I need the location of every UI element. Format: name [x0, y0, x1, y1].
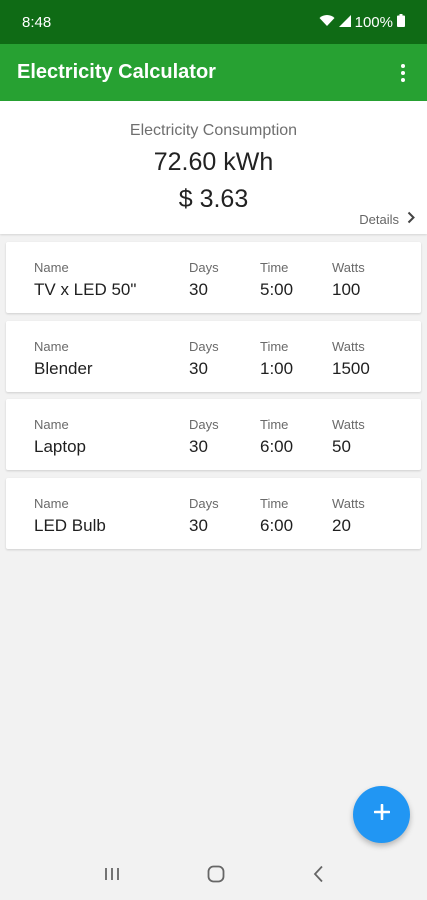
- status-time: 8:48: [22, 13, 52, 31]
- add-icon: [373, 803, 390, 825]
- time-label: Time: [260, 495, 289, 511]
- app-bar: Electricity Calculator: [0, 44, 427, 101]
- appliance-name: Laptop: [34, 437, 86, 456]
- appliance-time: 6:00: [260, 437, 294, 456]
- summary-cost: $ 3.63: [178, 185, 249, 213]
- appliance-days: 30: [189, 437, 208, 456]
- appliance-name: Blender: [34, 358, 93, 378]
- watts-label: Watts: [332, 417, 365, 432]
- days-label: Days: [189, 495, 219, 511]
- days-label: Days: [189, 260, 219, 275]
- appliance-time: 1:00: [260, 358, 294, 378]
- appliance-watts: 1500: [332, 358, 370, 378]
- system-nav-bar: [0, 852, 427, 900]
- appliance-watts: 50: [332, 437, 351, 456]
- back-icon[interactable]: [312, 865, 324, 888]
- watts-label: Watts: [332, 495, 365, 511]
- appliance-card[interactable]: Name Laptop Days 30 Time 6:00 Watts 50: [6, 399, 421, 470]
- name-label: Name: [34, 338, 69, 354]
- details-button[interactable]: Details: [359, 211, 415, 227]
- chevron-right-icon: [407, 211, 415, 227]
- watts-label: Watts: [332, 260, 365, 275]
- appliance-card[interactable]: Name TV x LED 50" Days 30 Time 5:00 Watts 10…: [6, 242, 421, 313]
- more-vert-icon[interactable]: [391, 61, 415, 85]
- details-label: Details: [359, 211, 399, 227]
- appliance-name: TV x LED 50": [34, 280, 137, 299]
- days-label: Days: [189, 417, 219, 432]
- appliance-days: 30: [189, 515, 208, 535]
- app-title: Electricity Calculator: [17, 61, 216, 83]
- time-label: Time: [260, 417, 289, 432]
- status-bar: 8:48 100%: [0, 0, 427, 44]
- watts-label: Watts: [332, 338, 365, 354]
- signal-icon: [338, 14, 351, 31]
- battery-percent: 100%: [354, 13, 393, 31]
- add-appliance-button[interactable]: [353, 786, 410, 843]
- battery-icon: [397, 13, 405, 31]
- name-label: Name: [34, 417, 69, 432]
- appliance-watts: 20: [332, 515, 351, 535]
- time-label: Time: [260, 260, 289, 275]
- time-label: Time: [260, 338, 289, 354]
- appliance-time: 6:00: [260, 515, 294, 535]
- summary-label: Electricity Consumption: [129, 122, 298, 139]
- name-label: Name: [34, 260, 69, 275]
- consumption-summary: Electricity Consumption 72.60 kWh $ 3.63…: [0, 101, 427, 234]
- appliance-list: Name TV x LED 50" Days 30 Time 5:00 Watts 10…: [0, 234, 427, 549]
- status-icons: 100%: [319, 13, 405, 31]
- appliance-card[interactable]: Name Blender Days 30 Time 1:00 Watts 1500: [6, 320, 421, 392]
- name-label: Name: [34, 495, 69, 511]
- appliance-card[interactable]: Name LED Bulb Days 30 Time 6:00 Watts 20: [6, 477, 421, 549]
- summary-kwh: 72.60 kWh: [153, 148, 274, 176]
- appliance-days: 30: [189, 358, 208, 378]
- wifi-icon: [319, 14, 335, 31]
- days-label: Days: [189, 338, 219, 354]
- appliance-name: LED Bulb: [34, 515, 106, 535]
- appliance-watts: 100: [332, 280, 361, 299]
- home-icon[interactable]: [207, 865, 225, 888]
- recents-icon[interactable]: [103, 866, 121, 887]
- appliance-days: 30: [189, 280, 208, 299]
- appliance-time: 5:00: [260, 280, 294, 299]
